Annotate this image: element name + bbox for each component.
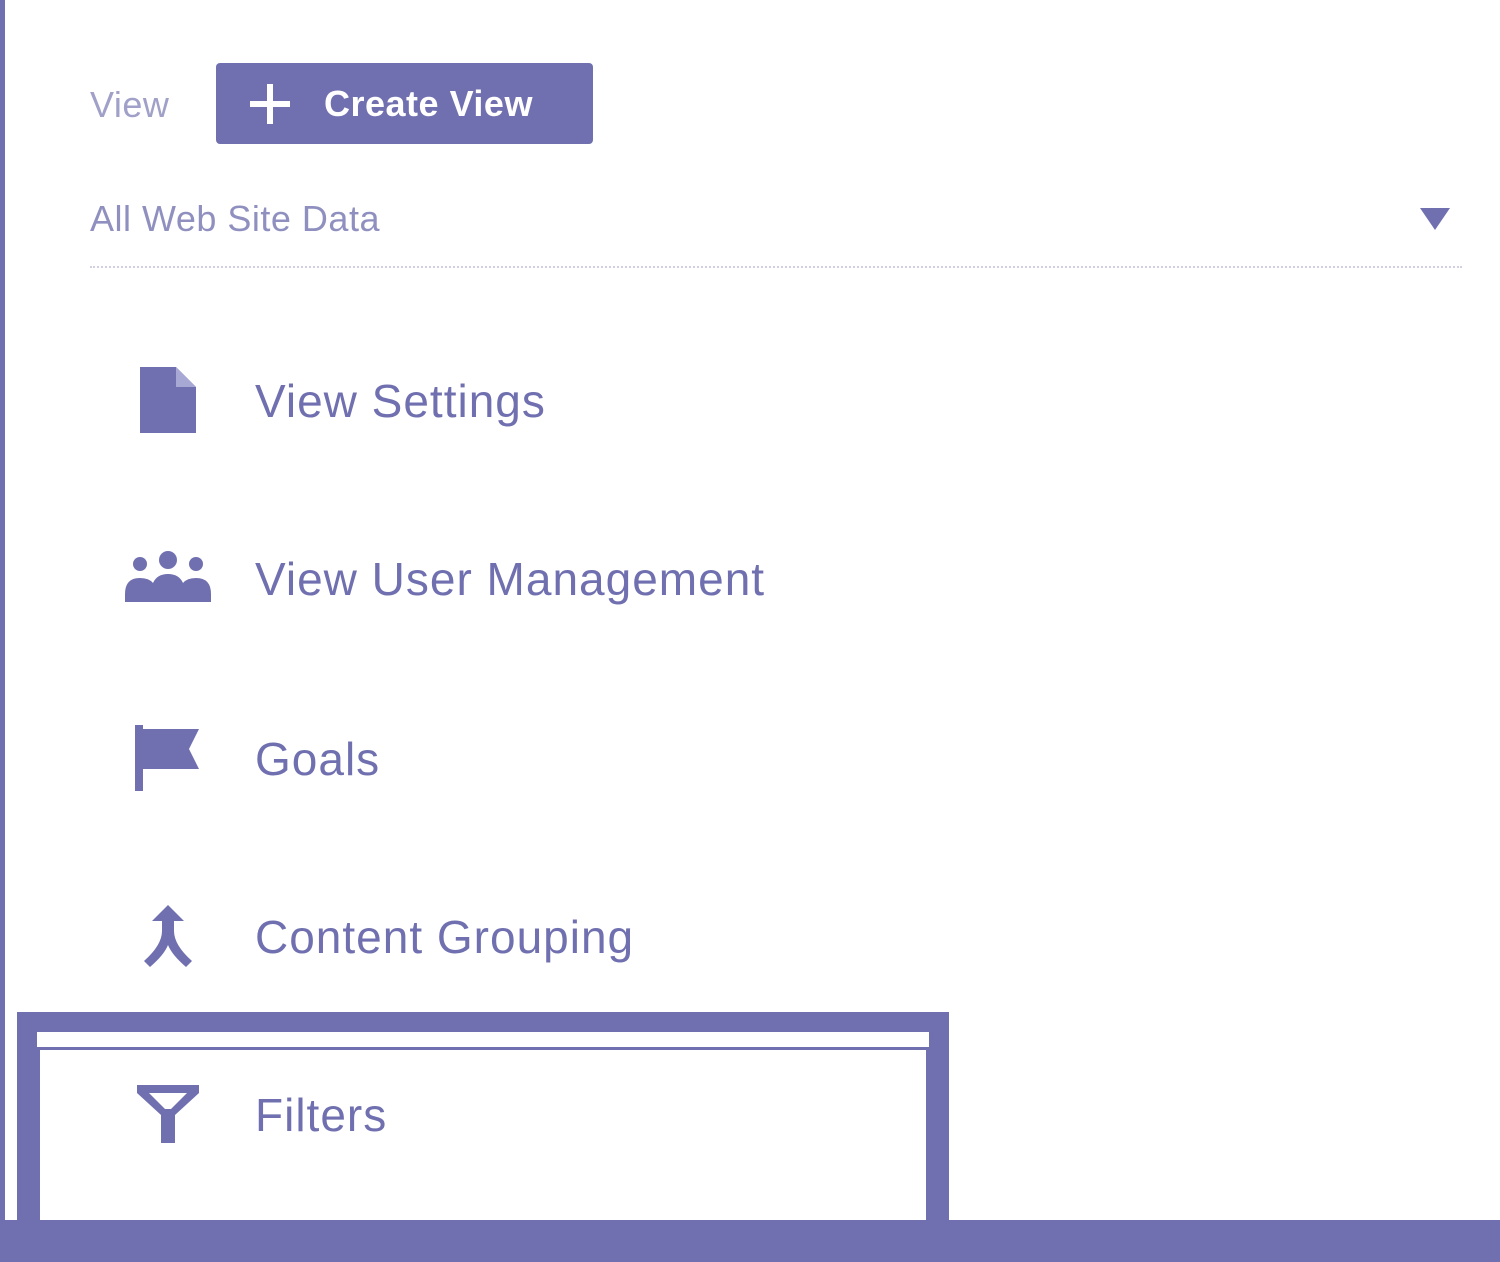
menu-item-content-grouping[interactable]: Content Grouping xyxy=(40,876,930,996)
bottom-bar xyxy=(0,1220,1500,1262)
menu-item-label: View Settings xyxy=(255,375,546,427)
flag-icon xyxy=(120,718,216,798)
menu-item-label: Goals xyxy=(255,733,381,785)
selected-view-value: All Web Site Data xyxy=(90,198,380,239)
menu-item-view-user-management[interactable]: View User Management xyxy=(40,518,930,638)
caret-down-icon xyxy=(1420,208,1450,230)
users-icon xyxy=(120,538,216,618)
view-selector[interactable]: All Web Site Data xyxy=(90,190,1462,268)
view-label: View xyxy=(90,84,170,125)
menu-item-goals[interactable]: Goals xyxy=(40,698,930,818)
merge-icon xyxy=(120,896,216,976)
menu-item-label: Filters xyxy=(255,1089,388,1141)
menu-item-filters[interactable]: Filters xyxy=(40,1054,930,1174)
menu-item-label: Content Grouping xyxy=(255,911,635,963)
document-icon xyxy=(120,360,216,440)
menu-item-view-settings[interactable]: View Settings xyxy=(40,340,930,460)
create-view-button-label: Create View xyxy=(324,82,533,124)
plus-icon xyxy=(250,83,290,124)
left-border xyxy=(0,0,5,1262)
create-view-button[interactable]: Create View xyxy=(216,63,593,144)
menu-item-label: View User Management xyxy=(255,553,766,605)
filter-icon xyxy=(120,1074,216,1154)
